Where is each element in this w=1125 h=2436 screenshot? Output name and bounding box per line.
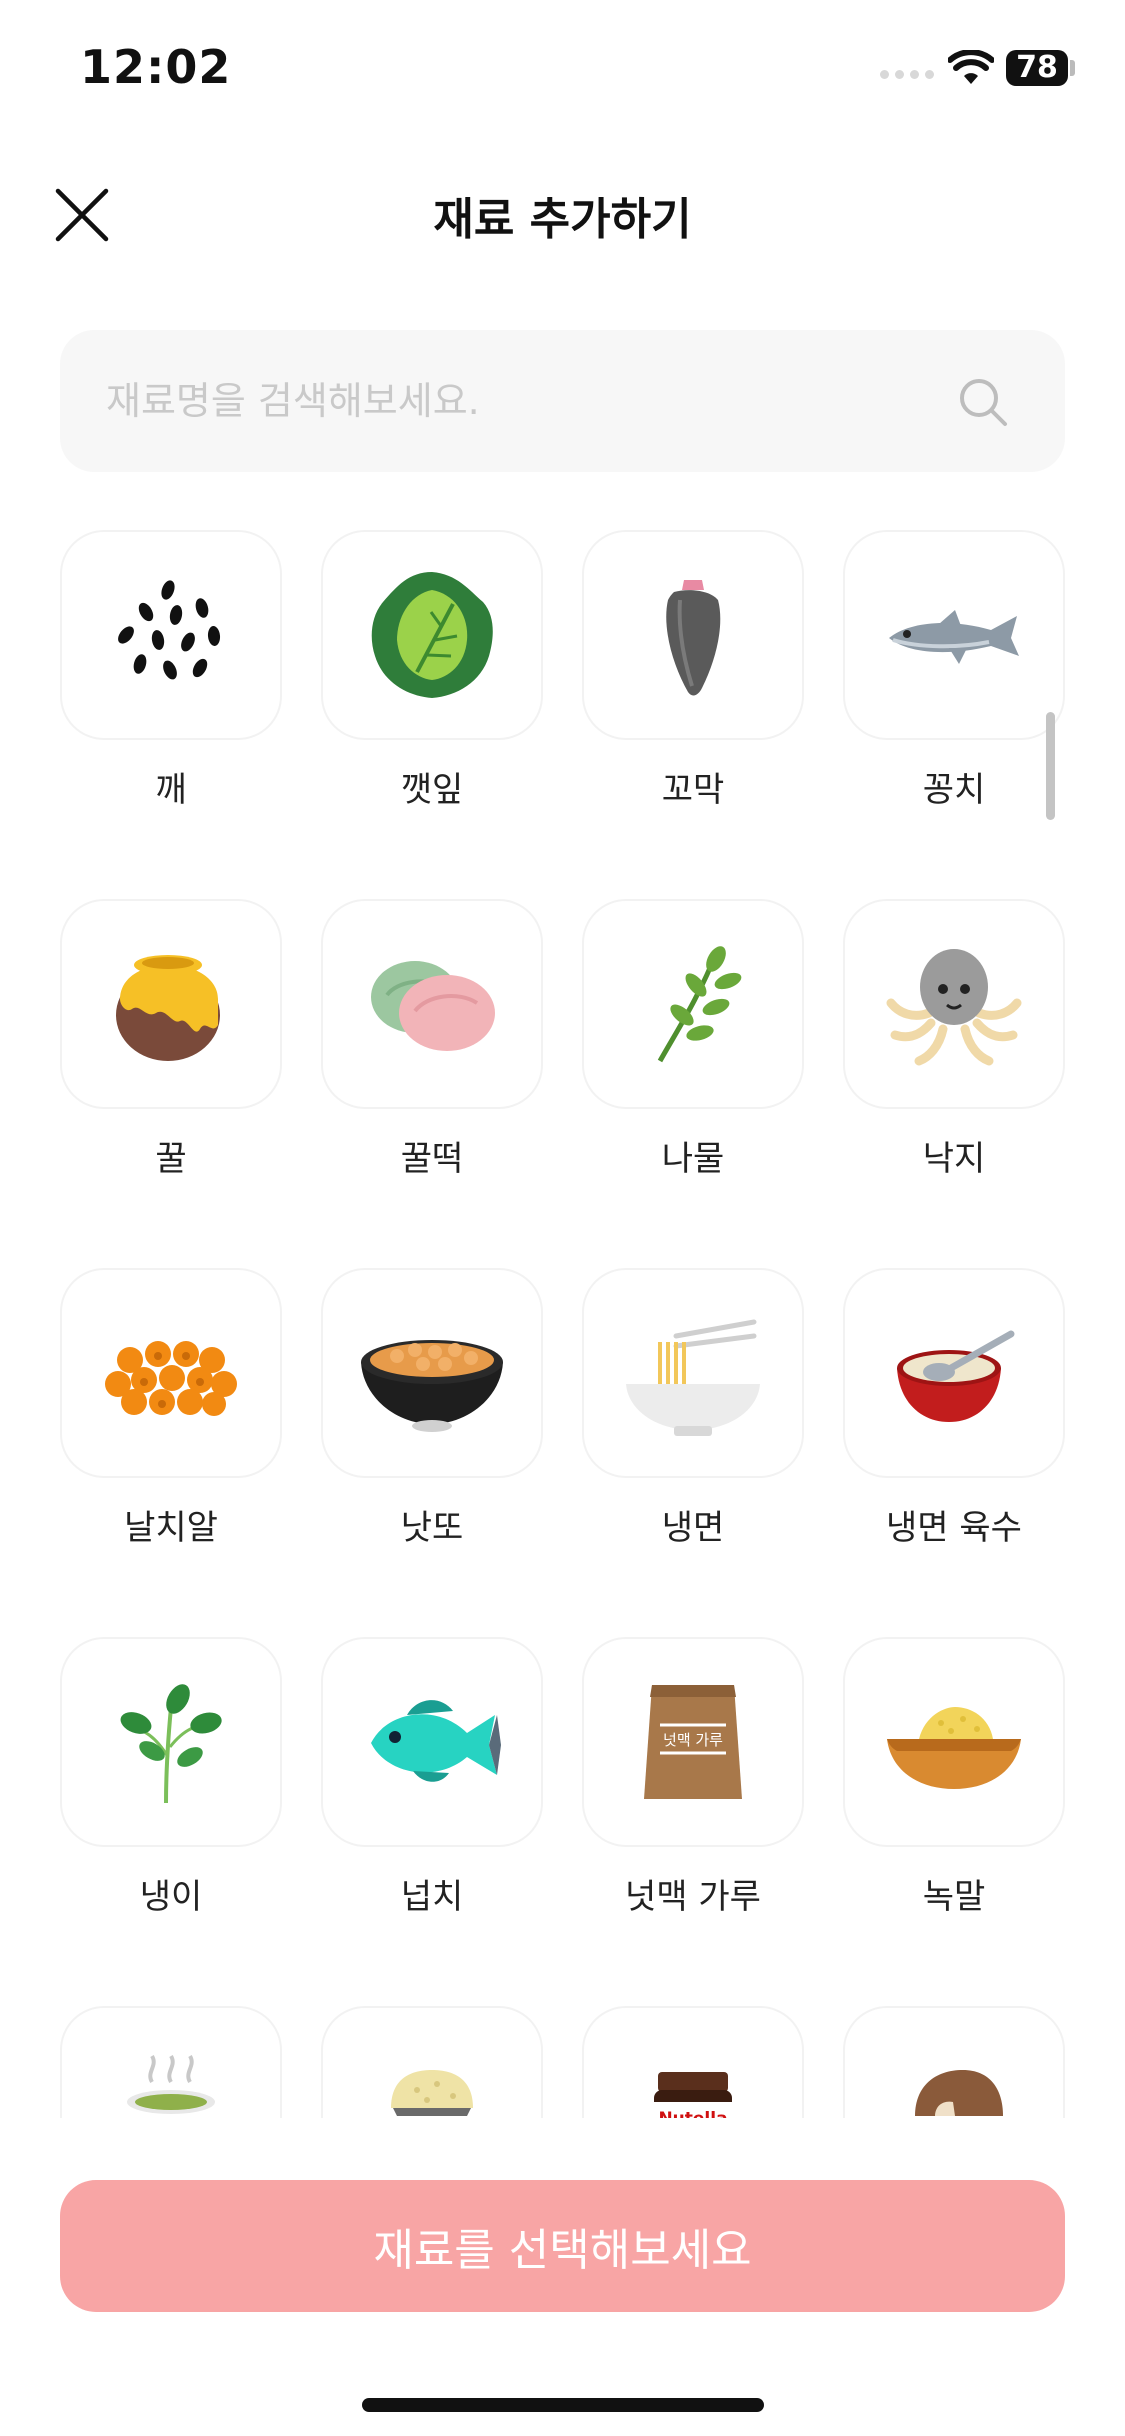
ingredient-tile[interactable]	[582, 530, 804, 740]
shepherds-purse-icon	[120, 1684, 222, 1804]
saury-fish-icon	[889, 610, 1019, 664]
ingredient-tile[interactable]	[321, 2006, 543, 2118]
ingredient-item[interactable]: 깨	[60, 530, 282, 899]
ingredient-item[interactable]: 나물	[582, 899, 804, 1268]
ingredient-grid: 깨 깻잎 꼬막 꽁치 꿀 꿀떡 나물 낙지 날치알 낫또 냉면 냉면 육수 냉이…	[0, 530, 1125, 2118]
bag-label: 넛맥 가루	[663, 1731, 723, 1749]
ingredient-name: 냉면	[661, 1508, 725, 1548]
soup-icon	[127, 2054, 215, 2114]
ingredient-name: 넛맥 가루	[625, 1877, 761, 1917]
ingredient-name: 꽁치	[922, 770, 986, 810]
ingredient-tile[interactable]	[321, 530, 543, 740]
ingredient-item[interactable]	[321, 2006, 543, 2118]
ingredient-tile[interactable]	[60, 2006, 282, 2118]
battery-icon: 78	[1006, 50, 1068, 86]
search-bar[interactable]	[60, 330, 1065, 472]
broth-bowl-icon	[897, 1330, 1015, 1422]
ingredient-tile[interactable]	[321, 1268, 543, 1478]
perilla-leaf-icon	[371, 572, 493, 698]
herb-sprig-icon	[657, 946, 742, 1063]
ingredient-tile[interactable]	[321, 899, 543, 1109]
ingredient-item[interactable]: Nutella	[582, 2006, 804, 2118]
home-indicator	[362, 2398, 764, 2412]
ingredient-item[interactable]: 넛맥 가루 넛맥 가루	[582, 1637, 804, 2006]
ingredient-item[interactable]: 깻잎	[321, 530, 543, 899]
ingredient-name: 날치알	[124, 1508, 218, 1548]
search-icon[interactable]	[957, 376, 1009, 428]
ingredient-tile[interactable]: Nutella	[582, 2006, 804, 2118]
ingredient-name: 냉이	[139, 1877, 203, 1917]
cockle-icon	[666, 580, 721, 696]
ingredient-item[interactable]: 꿀	[60, 899, 282, 1268]
ingredient-item[interactable]: 냉면 육수	[843, 1268, 1065, 1637]
select-ingredient-button[interactable]: 재료를 선택해보세요	[60, 2180, 1065, 2312]
ingredient-tile[interactable]	[843, 1637, 1065, 1847]
ingredient-tile[interactable]	[60, 899, 282, 1109]
ingredient-item[interactable]: 꼬막	[582, 530, 804, 899]
ingredient-name: 깨	[155, 770, 187, 810]
status-time: 12:02	[80, 40, 232, 94]
mushroom-icon	[915, 2070, 1003, 2116]
jar-label: Nutella	[658, 2109, 727, 2118]
ingredient-name: 깻잎	[400, 770, 464, 810]
search-input[interactable]	[106, 330, 926, 472]
flatfish-icon	[371, 1700, 501, 1782]
ingredient-item[interactable]: 날치알	[60, 1268, 282, 1637]
ingredient-name: 꿀떡	[400, 1139, 464, 1179]
ingredient-item[interactable]: 넙치	[321, 1637, 543, 2006]
ingredient-item[interactable]: 낫또	[321, 1268, 543, 1637]
ingredient-name: 나물	[661, 1139, 725, 1179]
ingredient-name: 녹말	[922, 1877, 986, 1917]
ingredient-tile[interactable]	[582, 1268, 804, 1478]
ingredient-tile[interactable]	[843, 2006, 1065, 2118]
ingredient-name: 꼬막	[661, 770, 725, 810]
ingredient-tile[interactable]	[60, 530, 282, 740]
ingredient-name: 꿀	[155, 1139, 187, 1179]
scrollbar[interactable]	[1046, 712, 1055, 820]
wifi-icon	[948, 50, 994, 84]
page-title: 재료 추가하기	[433, 194, 692, 245]
status-bar: 12:02 78	[0, 0, 1125, 140]
ingredient-item[interactable]	[60, 2006, 282, 2118]
nutella-jar-icon: Nutella	[654, 2072, 732, 2118]
ingredient-item[interactable]: 냉면	[582, 1268, 804, 1637]
cellular-signal-icon	[880, 70, 934, 79]
honey-pot-icon	[116, 955, 220, 1061]
ingredient-tile[interactable]	[843, 1268, 1065, 1478]
ingredient-tile[interactable]	[60, 1637, 282, 1847]
sesame-icon	[118, 580, 221, 680]
starch-bowl-icon	[887, 1707, 1021, 1789]
battery-cap	[1070, 60, 1075, 76]
ingredient-tile[interactable]	[843, 530, 1065, 740]
flying-fish-roe-icon	[105, 1341, 237, 1416]
rice-ball-icon	[391, 2070, 473, 2116]
ingredient-item[interactable]: 꿀떡	[321, 899, 543, 1268]
noodle-bowl-icon	[626, 1319, 760, 1436]
octopus-icon	[886, 949, 1022, 1066]
ingredient-tile[interactable]	[321, 1637, 543, 1847]
nutmeg-powder-bag-icon: 넛맥 가루	[644, 1685, 742, 1799]
ingredient-name: 넙치	[400, 1877, 464, 1917]
ingredient-tile[interactable]	[843, 899, 1065, 1109]
ingredient-item[interactable]: 녹말	[843, 1637, 1065, 2006]
ingredient-item[interactable]	[843, 2006, 1065, 2118]
ingredient-name: 낫또	[400, 1508, 464, 1548]
ingredient-tile[interactable]: 넛맥 가루	[582, 1637, 804, 1847]
ingredient-name: 냉면 육수	[886, 1508, 1022, 1548]
ingredient-tile[interactable]	[60, 1268, 282, 1478]
honey-rice-cake-icon	[371, 961, 495, 1051]
ingredient-item[interactable]: 냉이	[60, 1637, 282, 2006]
ingredient-item[interactable]: 낙지	[843, 899, 1065, 1268]
ingredient-tile[interactable]	[582, 899, 804, 1109]
natto-bowl-icon	[361, 1340, 503, 1432]
ingredient-item[interactable]: 꽁치	[843, 530, 1065, 899]
ingredient-name: 낙지	[922, 1139, 986, 1179]
